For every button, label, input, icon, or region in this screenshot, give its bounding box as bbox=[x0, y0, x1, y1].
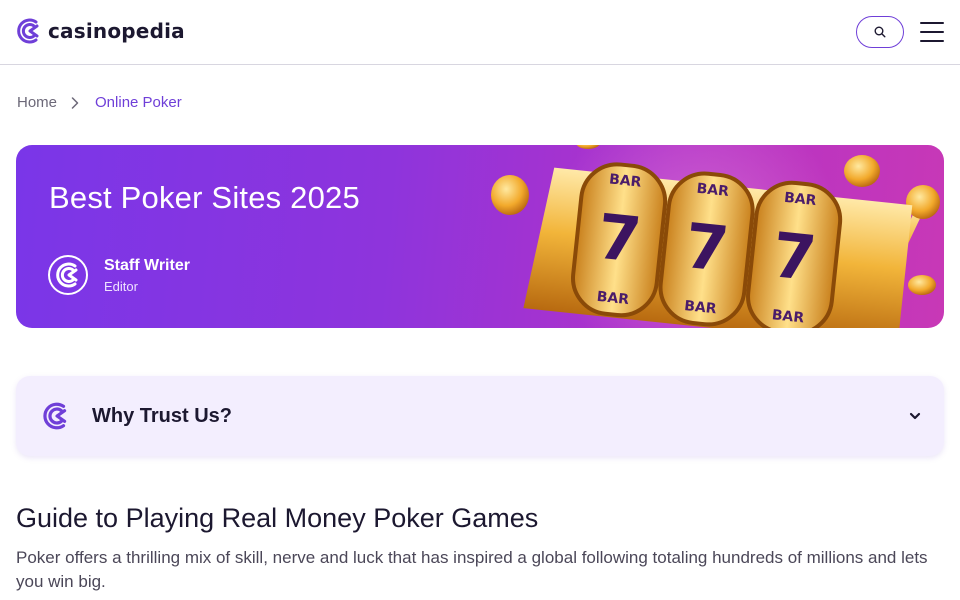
author-role: Editor bbox=[104, 278, 138, 294]
coin-icon bbox=[844, 155, 880, 187]
search-button[interactable] bbox=[856, 16, 904, 48]
coin-icon bbox=[576, 145, 600, 149]
author-name: Staff Writer bbox=[104, 256, 190, 274]
site-logo[interactable]: casinopedia bbox=[16, 17, 185, 45]
menu-line bbox=[920, 22, 944, 24]
author-info: Staff Writer Editor bbox=[104, 257, 190, 294]
svg-text:BAR: BAR bbox=[608, 171, 642, 190]
svg-text:7: 7 bbox=[594, 200, 645, 277]
casinopedia-logo-icon bbox=[43, 402, 67, 430]
section-heading: Guide to Playing Real Money Poker Games bbox=[16, 503, 539, 533]
site-header: casinopedia bbox=[0, 0, 960, 65]
hero-banner: Best Poker Sites 2025 Staff Writer Edito… bbox=[16, 145, 944, 328]
slot-machine-illustration: BAR BAR BAR 7 7 7 BAR BAR BAR bbox=[491, 145, 940, 328]
chevron-down-icon bbox=[909, 412, 921, 420]
breadcrumb-home-link[interactable]: Home bbox=[17, 94, 57, 111]
breadcrumb-current-link[interactable]: Online Poker bbox=[95, 94, 182, 111]
svg-text:BAR: BAR bbox=[771, 307, 805, 326]
menu-line bbox=[920, 40, 944, 42]
svg-text:BAR: BAR bbox=[684, 298, 718, 317]
menu-line bbox=[920, 31, 944, 33]
avatar bbox=[48, 255, 88, 295]
hamburger-menu-icon[interactable] bbox=[920, 22, 944, 42]
coin-icon bbox=[491, 175, 529, 215]
why-trust-us-accordion[interactable]: Why Trust Us? bbox=[16, 376, 944, 456]
breadcrumb: Home Online Poker bbox=[17, 94, 182, 111]
intro-paragraph: Poker offers a thrilling mix of skill, n… bbox=[16, 548, 928, 591]
chevron-right-icon bbox=[71, 96, 79, 109]
casinopedia-logo-icon bbox=[56, 262, 78, 288]
coin-icon bbox=[908, 275, 936, 295]
svg-text:7: 7 bbox=[769, 218, 820, 295]
svg-text:BAR: BAR bbox=[783, 190, 817, 209]
svg-text:BAR: BAR bbox=[596, 289, 630, 308]
why-trust-us-label: Why Trust Us? bbox=[92, 404, 233, 427]
svg-text:7: 7 bbox=[681, 209, 732, 286]
logo-text: casinopedia bbox=[48, 19, 185, 43]
page-title: Best Poker Sites 2025 bbox=[49, 180, 360, 215]
author-block[interactable]: Staff Writer Editor bbox=[48, 255, 190, 295]
casinopedia-logo-icon bbox=[17, 18, 39, 44]
svg-text:BAR: BAR bbox=[696, 181, 730, 200]
search-icon bbox=[874, 26, 886, 38]
